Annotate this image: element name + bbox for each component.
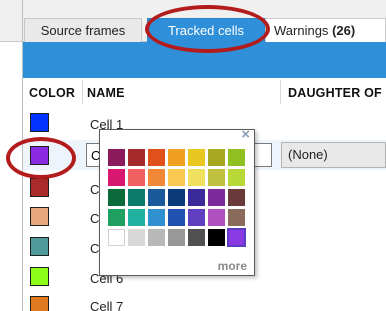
color-picker-swatch[interactable]: [128, 169, 145, 186]
color-picker-swatch[interactable]: [208, 229, 225, 246]
color-swatch[interactable]: [30, 267, 49, 286]
color-picker-swatch[interactable]: [228, 189, 245, 206]
color-picker-swatch[interactable]: [148, 169, 165, 186]
color-picker-swatch[interactable]: [108, 229, 125, 246]
cell-name[interactable]: C: [90, 182, 99, 197]
color-picker-swatch[interactable]: [108, 169, 125, 186]
color-picker-swatch[interactable]: [188, 189, 205, 206]
color-swatch[interactable]: [30, 296, 49, 311]
close-icon[interactable]: ×: [241, 126, 250, 143]
cell-name[interactable]: C: [90, 211, 99, 226]
color-picker-swatch[interactable]: [108, 149, 125, 166]
column-header-daughter-of[interactable]: DAUGHTER OF: [288, 86, 382, 100]
color-picker-swatch[interactable]: [168, 209, 185, 226]
color-picker-swatch[interactable]: [148, 189, 165, 206]
color-picker-swatch[interactable]: [208, 209, 225, 226]
tab-source-frames[interactable]: Source frames: [24, 18, 142, 42]
column-header-color[interactable]: COLOR: [29, 86, 75, 100]
column-divider[interactable]: [82, 80, 83, 104]
color-picker-swatch[interactable]: [188, 209, 205, 226]
daughter-of-dropdown[interactable]: (None): [281, 142, 386, 168]
color-picker-swatch[interactable]: [128, 209, 145, 226]
color-swatch[interactable]: [30, 237, 49, 256]
color-picker-swatch[interactable]: [168, 229, 185, 246]
highlight-ellipse-tab: [145, 5, 270, 53]
color-picker-swatch[interactable]: [188, 169, 205, 186]
color-picker-swatch[interactable]: [228, 149, 245, 166]
color-picker-swatch[interactable]: [168, 149, 185, 166]
color-picker-swatch[interactable]: [188, 149, 205, 166]
cell-name[interactable]: Cell 7: [90, 299, 123, 311]
color-picker-swatch[interactable]: [228, 169, 245, 186]
color-picker-swatch[interactable]: [148, 209, 165, 226]
color-picker-swatch[interactable]: [108, 209, 125, 226]
column-divider[interactable]: [280, 80, 281, 104]
color-picker-swatch[interactable]: [227, 228, 246, 247]
tab-warnings[interactable]: Warnings (26): [265, 18, 386, 42]
color-swatch[interactable]: [30, 178, 49, 197]
color-picker-swatch[interactable]: [228, 209, 245, 226]
warnings-count: (26): [332, 23, 356, 38]
color-swatch[interactable]: [30, 113, 49, 132]
column-header-name[interactable]: NAME: [87, 86, 125, 100]
color-picker-swatch[interactable]: [188, 229, 205, 246]
highlight-ellipse-swatch: [6, 137, 76, 179]
tab-warnings-label: Warnings: [274, 23, 329, 38]
color-swatch[interactable]: [30, 207, 49, 226]
color-picker-swatch[interactable]: [128, 189, 145, 206]
color-picker-swatch[interactable]: [128, 149, 145, 166]
cell-name[interactable]: C: [90, 241, 99, 256]
color-picker-swatch[interactable]: [168, 189, 185, 206]
color-picker-swatch[interactable]: [108, 189, 125, 206]
color-picker-popup: × more: [99, 126, 255, 276]
more-colors-link[interactable]: more: [218, 259, 247, 273]
color-picker-swatch[interactable]: [128, 229, 145, 246]
color-picker-swatch[interactable]: [148, 229, 165, 246]
color-picker-swatch[interactable]: [208, 149, 225, 166]
color-picker-swatch[interactable]: [148, 149, 165, 166]
color-picker-swatch[interactable]: [208, 189, 225, 206]
color-picker-swatch[interactable]: [208, 169, 225, 186]
color-picker-swatch[interactable]: [168, 169, 185, 186]
